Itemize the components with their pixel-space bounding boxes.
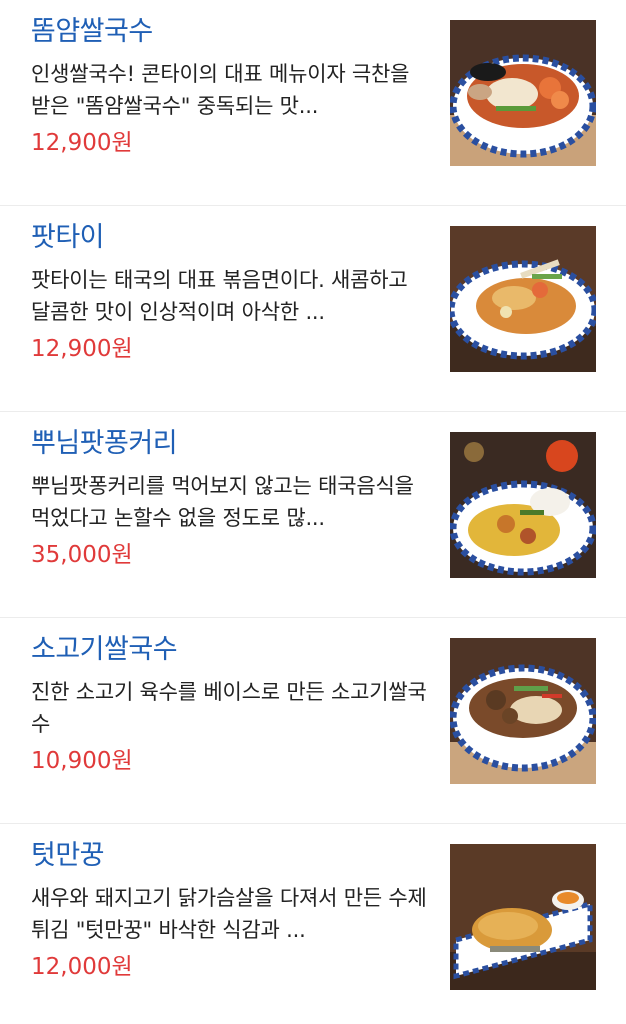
menu-item[interactable]: 소고기쌀국수 진한 소고기 육수를 베이스로 만든 소고기쌀국수 10,900원	[0, 618, 626, 824]
beef-noodle-photo[interactable]	[450, 638, 596, 784]
menu-item-description: 팟타이는 태국의 대표 볶음면이다. 새콤하고 달콤한 맛이 인상적이며 아삭한…	[31, 268, 408, 324]
menu-item[interactable]: 똠얌쌀국수 인생쌀국수! 콘타이의 대표 메뉴이자 극찬을 받은 "똠얌쌀국수"…	[0, 0, 626, 206]
menu-item-description: 인생쌀국수! 콘타이의 대표 메뉴이자 극찬을 받은 "똠얌쌀국수" 중독되는 …	[31, 62, 410, 118]
menu-item-text: 팟타이 팟타이는 태국의 대표 볶음면이다. 새콤하고 달콤한 맛이 인상적이며…	[31, 220, 427, 365]
crab-curry-photo[interactable]	[450, 432, 596, 578]
menu-item-price: 12,900원	[31, 130, 133, 156]
fried-shrimp-cake-photo[interactable]	[450, 844, 596, 990]
menu-item-name: 소고기쌀국수	[31, 634, 178, 665]
tom-yum-noodle-photo[interactable]	[450, 20, 596, 166]
menu-item-text: 소고기쌀국수 진한 소고기 육수를 베이스로 만든 소고기쌀국수 10,900원	[31, 632, 427, 777]
menu-item-name: 팟타이	[31, 222, 105, 253]
menu-item-text: 텃만꿍 새우와 돼지고기 닭가슴살을 다져서 만든 수제 튀김 "텃만꿍" 바삭…	[31, 838, 427, 983]
menu-item-price: 12,000원	[31, 954, 133, 980]
menu-item-text: 똠얌쌀국수 인생쌀국수! 콘타이의 대표 메뉴이자 극찬을 받은 "똠얌쌀국수"…	[31, 14, 427, 159]
pad-thai-photo[interactable]	[450, 226, 596, 372]
menu-item-text: 뿌님팟퐁커리 뿌님팟퐁커리를 먹어보지 않고는 태국음식을 먹었다고 논할수 없…	[31, 426, 427, 571]
menu-item-price: 35,000원	[31, 542, 133, 568]
menu-item-description: 진한 소고기 육수를 베이스로 만든 소고기쌀국수	[31, 680, 427, 736]
menu-item-price: 10,900원	[31, 748, 133, 774]
menu-item-name: 텃만꿍	[31, 840, 105, 871]
menu-item[interactable]: 팟타이 팟타이는 태국의 대표 볶음면이다. 새콤하고 달콤한 맛이 인상적이며…	[0, 206, 626, 412]
menu-item-name: 똠얌쌀국수	[31, 16, 153, 47]
menu-item[interactable]: 텃만꿍 새우와 돼지고기 닭가슴살을 다져서 만든 수제 튀김 "텃만꿍" 바삭…	[0, 824, 626, 1024]
menu-item-description: 새우와 돼지고기 닭가슴살을 다져서 만든 수제 튀김 "텃만꿍" 바삭한 식감…	[31, 886, 427, 942]
menu-item-name: 뿌님팟퐁커리	[31, 428, 178, 459]
menu-item-price: 12,900원	[31, 336, 133, 362]
menu-item-description: 뿌님팟퐁커리를 먹어보지 않고는 태국음식을 먹었다고 논할수 없을 정도로 많…	[31, 474, 414, 530]
menu-item[interactable]: 뿌님팟퐁커리 뿌님팟퐁커리를 먹어보지 않고는 태국음식을 먹었다고 논할수 없…	[0, 412, 626, 618]
menu-list: 똠얌쌀국수 인생쌀국수! 콘타이의 대표 메뉴이자 극찬을 받은 "똠얌쌀국수"…	[0, 0, 626, 1024]
